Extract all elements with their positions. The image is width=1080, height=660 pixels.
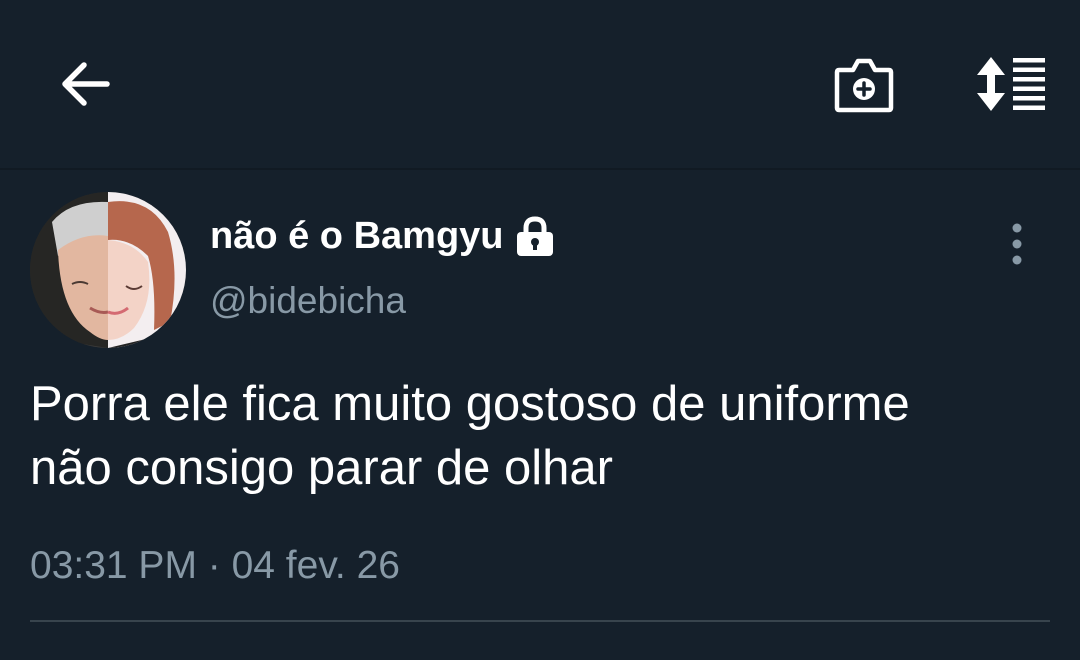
username-handle[interactable]: @bidebicha: [210, 276, 406, 326]
arrow-left-icon: [62, 62, 110, 106]
camera-plus-icon: [834, 58, 894, 113]
tweet-timestamp: 03:31 PM · 04 fev. 26: [30, 544, 400, 587]
header-divider: [0, 168, 1080, 170]
top-app-bar: [0, 0, 1080, 168]
avatar[interactable]: [30, 192, 186, 348]
tweet-text: Porra ele fica muito gostoso de uniforme…: [30, 372, 1050, 500]
more-options-button[interactable]: [994, 216, 1040, 272]
sort-list-icon: [977, 57, 1045, 111]
more-vertical-icon: [1012, 223, 1022, 265]
camera-button[interactable]: [826, 48, 902, 120]
display-name[interactable]: não é o Bamgyu: [210, 208, 504, 264]
back-button[interactable]: [50, 50, 118, 118]
tweet-divider: [30, 620, 1050, 622]
tweet-text-line: Porra ele fica muito gostoso de uniforme: [30, 377, 910, 431]
display-name-row: não é o Bamgyu: [210, 208, 556, 264]
sort-button[interactable]: [964, 48, 1054, 120]
tweet-text-line: não consigo parar de olhar: [30, 441, 613, 495]
lock-icon: [514, 214, 556, 258]
